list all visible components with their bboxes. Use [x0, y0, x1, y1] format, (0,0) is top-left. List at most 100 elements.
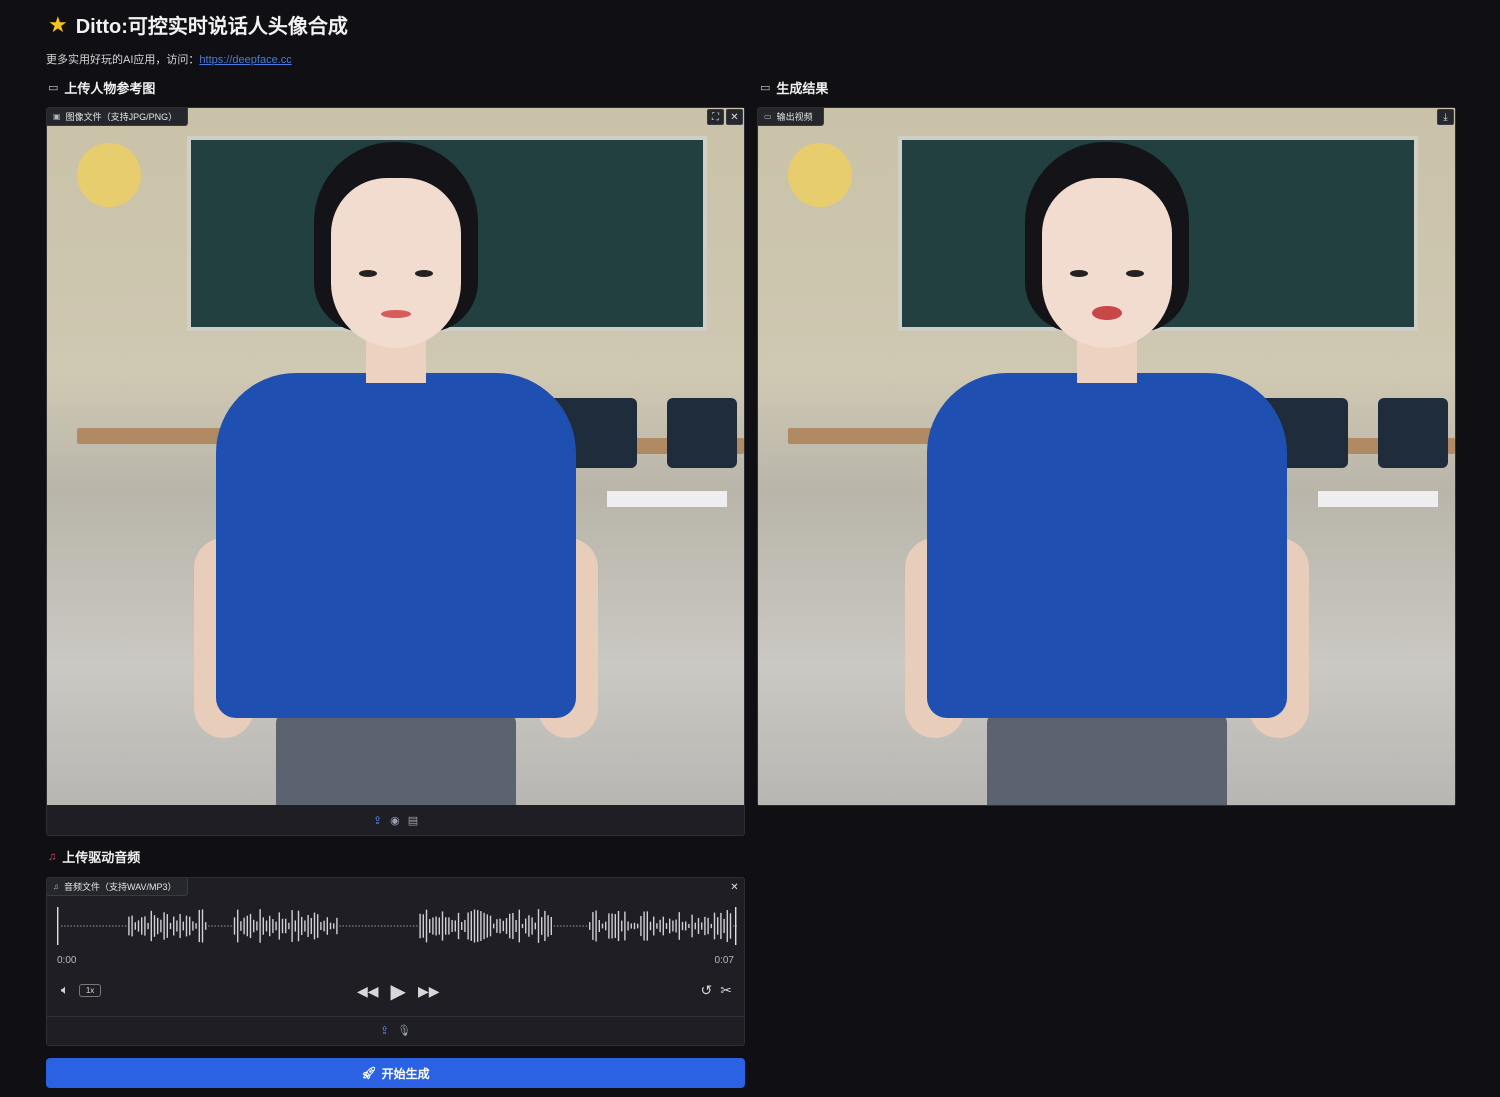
skirt — [275, 713, 516, 805]
waveform-bar — [691, 914, 693, 938]
waveform-bar — [733, 925, 735, 927]
waveform-bar — [713, 912, 716, 940]
waveform-bar — [403, 925, 405, 927]
waveform-bar — [617, 910, 620, 942]
waveform-bar — [729, 913, 732, 939]
waveform-bar — [422, 914, 424, 938]
close-icon[interactable]: ✕ — [726, 879, 743, 895]
waveform-bar — [224, 925, 226, 927]
play-icon[interactable]: ▶ — [391, 979, 406, 1004]
waveform-bar — [323, 920, 325, 932]
paper — [1318, 491, 1438, 507]
waveform-bar — [317, 914, 319, 938]
waveform-bar — [697, 917, 700, 935]
waveform-bar — [93, 925, 95, 927]
waveform-bar — [77, 925, 79, 927]
chair — [1378, 398, 1448, 468]
microphone-icon[interactable]: 🎙︎ — [397, 1024, 411, 1037]
generate-button[interactable]: 🚀︎ 开始生成 — [46, 1058, 745, 1088]
edit-controls: ↺ ✂ — [701, 982, 732, 999]
waveform-bar — [646, 911, 648, 941]
waveform-bar — [406, 925, 408, 927]
upload-icon[interactable]: ⇪ — [380, 1024, 389, 1037]
waveform-bar — [192, 921, 194, 931]
scissors-icon[interactable]: ✂ — [720, 982, 732, 999]
waveform-bar — [681, 921, 684, 931]
waveform-bar — [144, 916, 146, 936]
waveform-bar — [134, 922, 136, 930]
speed-button[interactable]: 1x — [78, 983, 102, 997]
volume-icon[interactable]: 🔈︎ — [61, 982, 69, 998]
waveform-bar — [489, 915, 492, 937]
waveform-bar — [128, 916, 130, 936]
waveform-bar — [589, 922, 591, 930]
waveform-bar — [400, 925, 402, 927]
waveform-bar — [374, 925, 376, 927]
waveform-bar — [73, 925, 76, 927]
clipboard-icon[interactable]: ▤ — [408, 814, 418, 827]
waveform-bar — [147, 922, 149, 930]
upload-image-section-label: ▭ 上传人物参考图 — [48, 78, 155, 97]
generate-button-label: 开始生成 — [381, 1066, 430, 1081]
waveform-bar — [486, 914, 488, 938]
star-icon: ★ — [48, 11, 68, 37]
download-icon[interactable]: ⤓ — [1437, 109, 1454, 125]
waveform-bar — [262, 917, 264, 935]
face — [1041, 178, 1172, 348]
waveform-bar — [256, 921, 258, 931]
lips-open — [1091, 306, 1122, 320]
waveform-bar — [275, 921, 277, 931]
waveform-bar — [205, 922, 207, 930]
waveform-bar — [502, 920, 504, 932]
waveform-bar — [221, 925, 223, 927]
paper — [607, 491, 727, 507]
waveform-bar — [150, 910, 152, 942]
webcam-icon[interactable]: ◉ — [390, 814, 400, 827]
waveform-bar — [265, 920, 268, 932]
upload-icon[interactable]: ⇪ — [373, 814, 382, 827]
waveform-bar — [493, 923, 495, 929]
waveform-bar — [509, 913, 511, 939]
waveform-bar — [569, 925, 572, 927]
close-icon[interactable]: ✕ — [726, 109, 743, 125]
waveform-bar — [157, 917, 159, 935]
waveform-bar — [384, 925, 386, 927]
waveform-bar — [115, 925, 117, 927]
audio-upload-panel[interactable]: ♫ 音频文件（支持WAV/MP3） ✕ 0:00 0:07 🔈︎ 1x ◀◀ ▶… — [46, 877, 745, 1046]
audio-panel-tag-text: 音频文件（支持WAV/MP3） — [64, 882, 177, 892]
waveform-bar — [605, 921, 607, 931]
waveform-bar — [496, 919, 498, 933]
waveform-bar — [269, 915, 271, 937]
waveform-bar — [137, 920, 140, 932]
waveform-bar — [576, 925, 578, 927]
waveform-bar — [211, 925, 213, 927]
deepface-link[interactable]: https://deepface.cc — [199, 54, 291, 66]
waveform-bar — [227, 925, 229, 927]
image-upload-panel[interactable]: ▣ 图像文件（支持JPG/PNG） ⛶ ✕ ⇪ ◉ ▤ — [46, 107, 745, 836]
waveform-bar — [301, 916, 303, 936]
audio-waveform[interactable] — [57, 906, 737, 946]
rewind-icon[interactable]: ◀◀ — [357, 983, 379, 1000]
eye — [1125, 270, 1144, 277]
undo-icon[interactable]: ↺ — [701, 982, 713, 999]
waveform-bar — [534, 922, 536, 930]
eye — [1069, 270, 1088, 277]
waveform-bar — [512, 912, 514, 940]
waveform-bar — [153, 915, 156, 937]
waveform-bar — [675, 919, 677, 933]
waveform-bar — [563, 925, 565, 927]
waveform-bar — [163, 912, 165, 940]
waveform-bar — [707, 917, 709, 935]
fullscreen-icon[interactable]: ⛶ — [707, 109, 724, 125]
waveform-bar — [701, 922, 703, 930]
waveform-bar — [579, 925, 581, 927]
fast-forward-icon[interactable]: ▶▶ — [418, 983, 440, 1000]
eye — [414, 270, 433, 277]
result-panel-tag: ▭ 输出视频 — [758, 108, 824, 126]
waveform-bar — [643, 911, 645, 941]
output-video[interactable] — [758, 108, 1455, 805]
waveform-bar — [310, 917, 312, 935]
waveform-bar — [173, 916, 175, 936]
waveform-bar — [409, 925, 412, 927]
result-panel-tag-text: 输出视频 — [776, 112, 813, 122]
